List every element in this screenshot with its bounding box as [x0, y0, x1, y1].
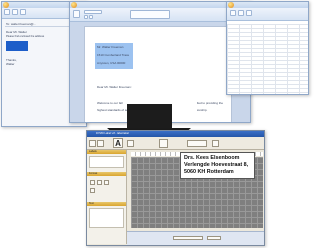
align-center-button[interactable] [97, 180, 102, 185]
excel-window [226, 1, 309, 95]
paste-button[interactable] [230, 10, 236, 16]
salutation: Dear Mr. Walter Freeman: [97, 85, 132, 89]
align-left-button[interactable] [90, 180, 95, 185]
text-tool-button[interactable]: A [113, 138, 123, 148]
label-line-1: Drs. Kees Elsenboom [184, 155, 240, 161]
paste-button[interactable] [73, 10, 80, 18]
send-button[interactable] [4, 9, 10, 15]
text-panel-header[interactable]: Text [87, 202, 126, 206]
printer-select[interactable] [187, 140, 207, 147]
font-button[interactable] [238, 10, 244, 16]
format-button[interactable] [20, 9, 26, 15]
styles-gallery[interactable] [130, 10, 170, 19]
open-button[interactable] [97, 140, 104, 147]
label-type-list[interactable] [89, 156, 124, 168]
body-line-1-right: lled to providing the [197, 101, 224, 105]
email-greeting: Dear Mr. Walter [6, 30, 27, 34]
body-line-2-right: ionship. [197, 108, 208, 112]
address-label[interactable]: Drs. Kees Elsenboom Verlengde Hoevestraa… [180, 152, 255, 179]
excel-ribbon [227, 8, 308, 21]
italic-button[interactable] [89, 15, 93, 19]
paste-button[interactable] [12, 9, 18, 15]
bold-format-button[interactable] [90, 188, 95, 193]
font-box[interactable] [84, 10, 102, 14]
label-app-title: DYMO Label v.8 - label.label [96, 132, 129, 135]
main-toolbar: A [87, 137, 264, 150]
email-body-line: Please find enclosed the address [6, 35, 45, 38]
align-right-button[interactable] [104, 180, 109, 185]
address-line-1: Mr. Walter Freeman [97, 45, 124, 49]
labels-panel-header[interactable]: Labels [87, 150, 126, 154]
zoom-slider[interactable] [173, 236, 203, 240]
bold-button[interactable] [84, 15, 88, 19]
body-line-1-left: Welcome to our fall [97, 101, 123, 105]
address-line-2: 1510 Cumberland Trace [97, 53, 130, 57]
page-nav[interactable] [207, 236, 221, 240]
label-app-window: DYMO Label v.8 - label.label A Labels Fo… [86, 130, 265, 246]
label-line-3: 5060 KH Rotterdam [184, 169, 234, 175]
help-button[interactable] [212, 140, 219, 147]
print-button[interactable] [159, 139, 168, 148]
label-line-2: Verlengde Hoevestraat 8, [184, 162, 249, 168]
arrow-icon [127, 104, 172, 130]
image-tool-button[interactable] [127, 140, 134, 147]
selected-address-block [6, 41, 28, 51]
sheet-grid[interactable] [227, 24, 308, 94]
text-options[interactable] [89, 208, 124, 228]
status-bar [127, 231, 264, 245]
word-ribbon [70, 8, 250, 22]
format-panel-header[interactable]: Format [87, 172, 126, 176]
side-panel: Labels Format Text [87, 150, 127, 244]
address-line-3: Anytown, USA 00000 [97, 61, 126, 65]
align-button[interactable] [246, 10, 252, 16]
body-line-2-left: highest standards of ser [97, 108, 130, 112]
new-label-button[interactable] [89, 140, 96, 147]
email-sender-name: Walter [6, 62, 15, 66]
